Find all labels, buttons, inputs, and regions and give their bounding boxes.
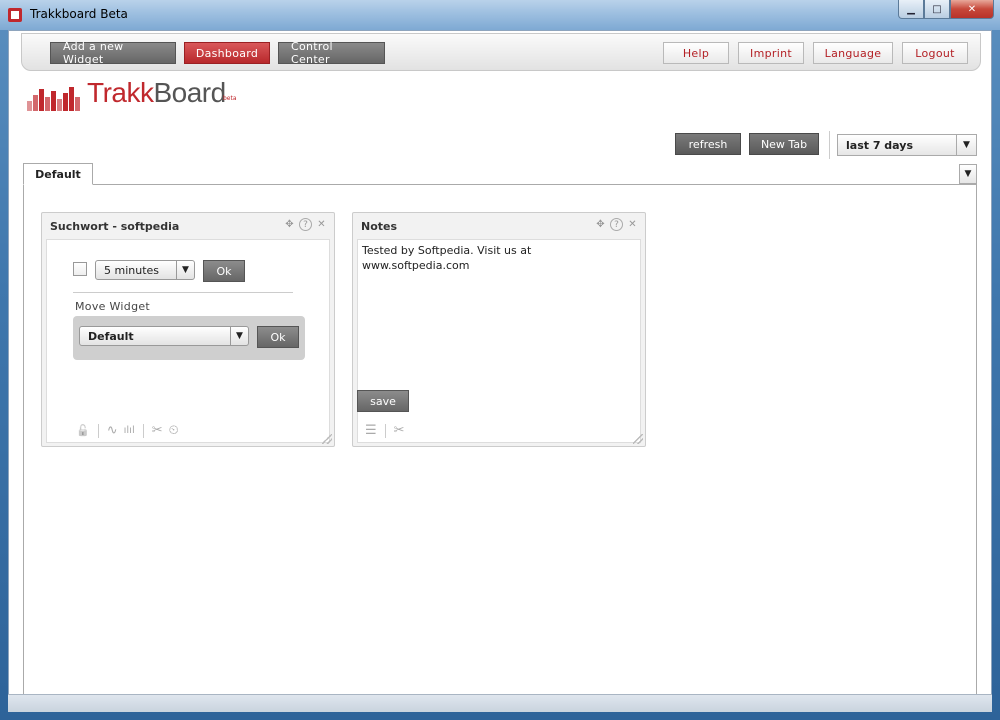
tab-menu-button[interactable]: ▼ [959, 164, 977, 184]
widget-header-icons: ✥ ? ✕ [283, 218, 328, 231]
notes-widget: Notes ✥ ? ✕ Tested by Softpedia. Visit u… [352, 212, 646, 447]
interval-select[interactable]: 5 minutes ▼ [95, 260, 195, 280]
move-ok-button[interactable]: Ok [257, 326, 299, 348]
interval-value: 5 minutes [104, 264, 160, 277]
trakkboard-logo: TrakkBoard beta [27, 77, 247, 117]
new-tab-button[interactable]: New Tab [749, 133, 819, 155]
refresh-button[interactable]: refresh [675, 133, 741, 155]
close-icon[interactable]: ✕ [626, 218, 639, 231]
chevron-down-icon: ▼ [230, 327, 248, 345]
widget-body: 5 minutes ▼ Ok Move Widget Default ▼ Ok [46, 239, 330, 443]
logo-beta-label: beta [223, 95, 237, 102]
logo-part-trakk: Trakk [87, 77, 154, 108]
move-target-select[interactable]: Default ▼ [79, 326, 249, 346]
notes-line: www.softpedia.com [362, 259, 470, 272]
chevron-down-icon: ▼ [176, 261, 194, 279]
resize-grip-icon[interactable] [633, 434, 643, 444]
save-button[interactable]: save [357, 390, 409, 412]
line-chart-icon[interactable]: ∿ [107, 423, 118, 438]
auto-refresh-checkbox[interactable] [73, 262, 87, 276]
move-icon[interactable]: ✥ [594, 218, 607, 231]
dashboard-button[interactable]: Dashboard [184, 42, 270, 64]
app-client-area: Add a new Widget Dashboard Control Cente… [8, 30, 992, 712]
help-icon[interactable]: ? [299, 218, 312, 231]
top-nav-bar: Add a new Widget Dashboard Control Cente… [21, 33, 981, 71]
widget-footer-toolbar: ☰ ✂ [365, 423, 405, 438]
move-icon[interactable]: ✥ [283, 218, 296, 231]
logout-button[interactable]: Logout [902, 42, 968, 64]
move-widget-label: Move Widget [75, 300, 151, 313]
maximize-button[interactable]: □ [924, 0, 950, 19]
imprint-button[interactable]: Imprint [738, 42, 804, 64]
widget-title: Notes [361, 220, 398, 233]
notes-content: Tested by Softpedia. Visit us at www.sof… [362, 243, 634, 273]
divider [73, 292, 293, 293]
date-range-select[interactable]: last 7 days ▼ [837, 134, 977, 156]
lock-icon[interactable]: 🔓 [76, 424, 90, 437]
logo-part-board: Board [153, 77, 226, 108]
timer-icon[interactable]: ⏲ [169, 423, 179, 438]
notes-textarea[interactable]: Tested by Softpedia. Visit us at www.sof… [357, 239, 641, 443]
add-widget-button[interactable]: Add a new Widget [50, 40, 176, 66]
widget-header-icons: ✥ ? ✕ [594, 218, 639, 231]
list-icon[interactable]: ☰ [365, 423, 377, 438]
move-widget-panel: Default ▼ Ok [73, 316, 305, 360]
language-button[interactable]: Language [813, 42, 893, 64]
settings-icon[interactable]: ✂ [394, 423, 405, 438]
resize-grip-icon[interactable] [322, 434, 332, 444]
logo-wordmark: TrakkBoard [87, 77, 226, 109]
widget-footer-toolbar: 🔓 ∿ ılıl ✂ ⏲ [76, 423, 179, 438]
window-titlebar[interactable]: Trakkboard Beta ▁ □ ✕ [0, 0, 1000, 30]
toolbar-separator [829, 131, 830, 159]
close-window-button[interactable]: ✕ [950, 0, 994, 19]
bar-chart-icon[interactable]: ılıl [124, 425, 135, 436]
window-title: Trakkboard Beta [30, 7, 128, 21]
chevron-down-icon: ▼ [956, 135, 976, 155]
app-icon [8, 8, 22, 22]
move-target-value: Default [88, 330, 134, 343]
help-icon[interactable]: ? [610, 218, 623, 231]
close-icon[interactable]: ✕ [315, 218, 328, 231]
interval-ok-button[interactable]: Ok [203, 260, 245, 282]
minimize-button[interactable]: ▁ [898, 0, 924, 19]
status-bar [8, 694, 992, 712]
search-term-widget: Suchwort - softpedia ✥ ? ✕ 5 minutes ▼ O… [41, 212, 335, 447]
tab-default[interactable]: Default [23, 163, 93, 185]
widget-title: Suchwort - softpedia [50, 220, 180, 233]
help-button[interactable]: Help [663, 42, 729, 64]
control-center-button[interactable]: Control Center [278, 40, 385, 66]
window-controls: ▁ □ ✕ [898, 0, 994, 20]
notes-line: Tested by Softpedia. Visit us at [362, 244, 532, 257]
date-range-value: last 7 days [846, 139, 913, 152]
settings-icon[interactable]: ✂ [152, 423, 163, 438]
logo-bars-icon [27, 81, 83, 111]
